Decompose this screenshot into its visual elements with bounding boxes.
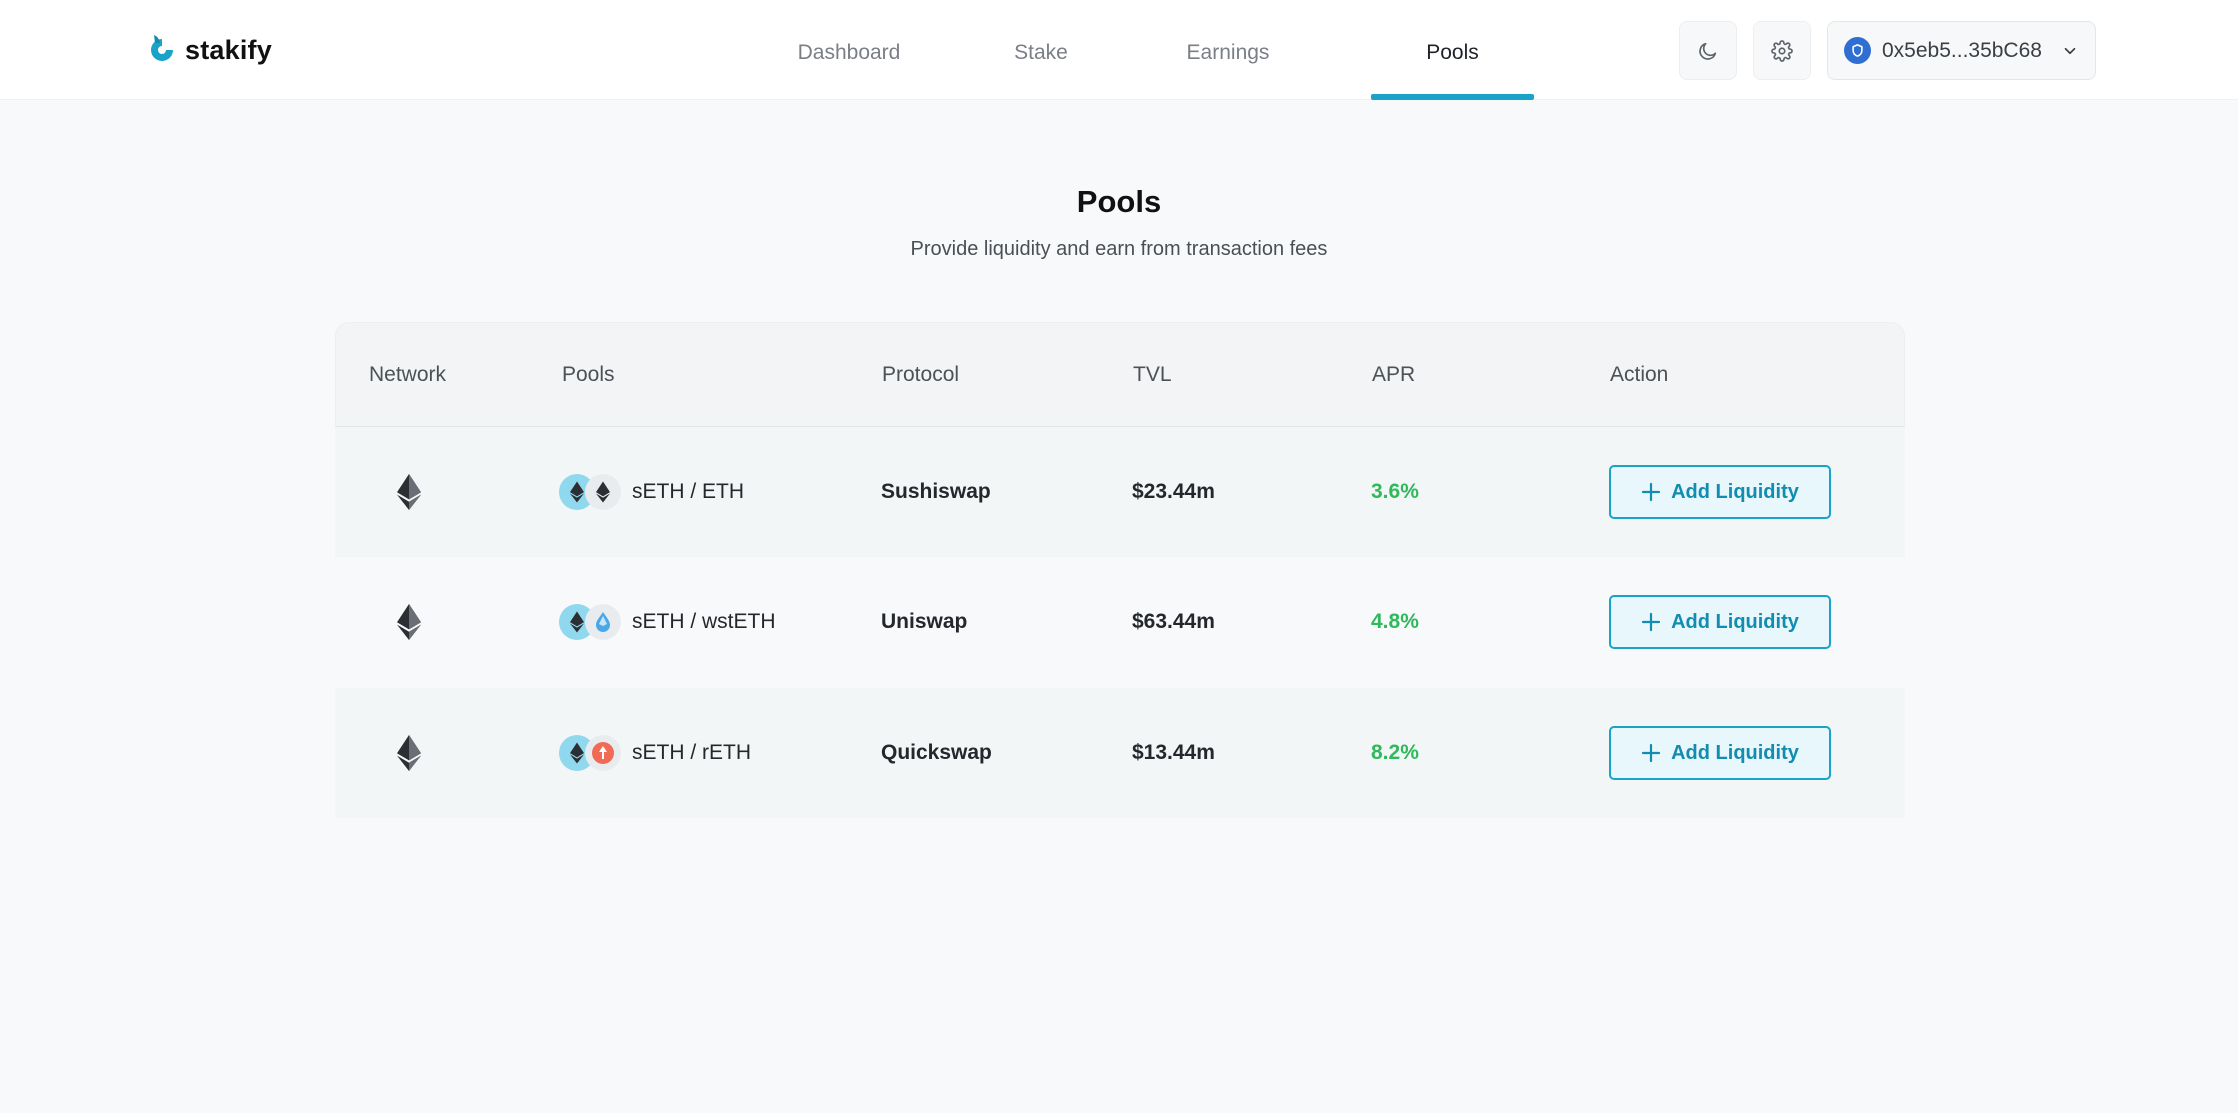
add-liquidity-label: Add Liquidity (1671, 480, 1799, 503)
apr-cell: 4.8% (1371, 610, 1419, 633)
network-cell (397, 688, 421, 818)
table-row: sETH / wstETH Uniswap $63.44m 4.8% Add L… (335, 557, 1905, 687)
pool-name: sETH / rETH (632, 741, 751, 764)
settings-button[interactable] (1753, 21, 1811, 80)
wallet-button[interactable]: 0x5eb5...35bC68 (1827, 21, 2096, 80)
pools-table: Network Pools Protocol TVL APR Action sE… (335, 322, 1905, 818)
active-tab-indicator (1371, 94, 1534, 100)
plus-icon (1642, 482, 1661, 502)
wallet-address: 0x5eb5...35bC68 (1882, 38, 2042, 62)
shield-icon (1844, 37, 1871, 64)
wsteth-token-icon (585, 604, 621, 640)
nav-stake[interactable]: Stake (1005, 0, 1077, 100)
chevron-down-icon (2064, 47, 2076, 55)
apr-cell: 8.2% (1371, 741, 1419, 764)
apr-cell: 3.6% (1371, 480, 1419, 503)
pool-cell: sETH / wstETH (559, 557, 776, 687)
eth-token-icon (585, 474, 621, 510)
protocol-cell: Quickswap (881, 741, 992, 764)
table-header: Network Pools Protocol TVL APR Action (335, 322, 1905, 427)
column-header-network: Network (369, 363, 447, 386)
nav-pools-label: Pools (1426, 41, 1479, 64)
token-pair (559, 474, 621, 510)
nav-earnings[interactable]: Earnings (1178, 0, 1278, 100)
theme-toggle-button[interactable] (1679, 21, 1737, 80)
gear-icon (1771, 39, 1793, 62)
ethereum-icon (397, 604, 421, 640)
ethereum-icon (397, 474, 421, 510)
nav-pools[interactable]: Pools (1371, 0, 1534, 100)
brand-name: stakify (185, 34, 272, 65)
tvl-cell: $63.44m (1132, 610, 1215, 633)
action-cell: Add Liquidity (1609, 557, 1831, 687)
add-liquidity-button[interactable]: Add Liquidity (1609, 595, 1831, 649)
tvl-cell: $13.44m (1132, 741, 1215, 764)
plus-icon (1642, 743, 1661, 763)
column-header-apr: APR (1372, 363, 1416, 386)
ethereum-icon (397, 735, 421, 771)
add-liquidity-label: Add Liquidity (1671, 610, 1799, 633)
token-pair (559, 735, 621, 771)
protocol-cell: Sushiswap (881, 480, 991, 503)
pool-name: sETH / ETH (632, 480, 745, 503)
column-header-pools: Pools (562, 363, 615, 386)
moon-icon (1699, 42, 1717, 60)
reth-token-icon (585, 735, 621, 771)
top-header: stakify Dashboard Stake Earnings Pools 0… (0, 0, 2238, 100)
logo[interactable]: stakify (145, 33, 272, 67)
protocol-cell: Uniswap (881, 610, 968, 633)
network-cell (397, 427, 421, 557)
stakify-logo-icon (151, 35, 173, 61)
pool-cell: sETH / rETH (559, 688, 751, 818)
token-pair (559, 604, 621, 640)
pool-cell: sETH / ETH (559, 427, 744, 557)
nav-dashboard[interactable]: Dashboard (790, 0, 908, 100)
action-cell: Add Liquidity (1609, 427, 1831, 557)
column-header-protocol: Protocol (882, 363, 960, 386)
table-row: sETH / ETH Sushiswap $23.44m 3.6% Add Li… (335, 427, 1905, 557)
plus-icon (1642, 612, 1661, 632)
column-header-tvl: TVL (1133, 363, 1172, 386)
pool-name: sETH / wstETH (632, 610, 776, 633)
action-cell: Add Liquidity (1609, 688, 1831, 818)
add-liquidity-button[interactable]: Add Liquidity (1609, 726, 1831, 780)
page-title: Pools (1076, 184, 1162, 219)
add-liquidity-label: Add Liquidity (1671, 741, 1799, 764)
network-cell (397, 557, 421, 687)
table-row: sETH / rETH Quickswap $13.44m 8.2% Add L… (335, 688, 1905, 818)
tvl-cell: $23.44m (1132, 480, 1215, 503)
add-liquidity-button[interactable]: Add Liquidity (1609, 465, 1831, 519)
column-header-action: Action (1610, 363, 1669, 386)
page-subtitle: Provide liquidity and earn from transact… (910, 238, 1328, 260)
